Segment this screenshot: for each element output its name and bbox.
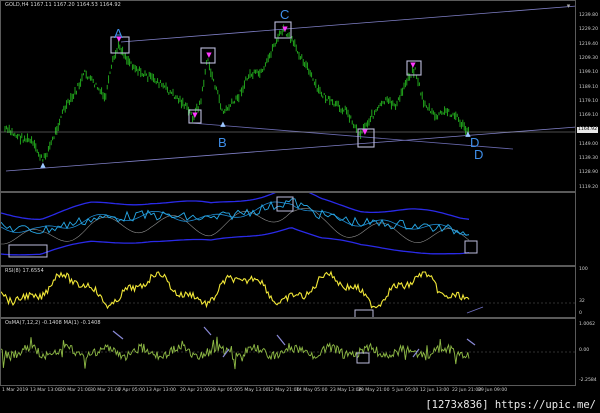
signal-arrow-icon: ▼ <box>206 51 212 59</box>
price-tick: 1209.30 <box>579 55 598 61</box>
price-tick: 1119.20 <box>579 184 598 190</box>
price-tick: 1179.10 <box>579 98 598 104</box>
price-tick: 1128.90 <box>579 170 598 176</box>
time-tick: 29 Jun 09:00 <box>478 388 508 393</box>
rsi-svg <box>1 270 575 317</box>
price-tick: 1139.30 <box>579 156 598 161</box>
trading-terminal-window: ▼ ▼ ▼ ▼ ▼ ▼ ▲ ▲ ▲ GOLD,H4 1167.11 1167.20 1164.5… <box>0 0 600 413</box>
chart-header: GOLD,H4 1167.11 1167.20 1164.53 1164.92 <box>5 2 121 8</box>
wave-label-b: B <box>218 135 227 150</box>
wave-label-a: A <box>114 26 123 41</box>
osma-tick-top: 1.0062 <box>579 322 596 327</box>
price-tick: 1229.20 <box>579 27 598 33</box>
rsi-scale[interactable]: 100 32 0 <box>576 266 600 318</box>
envelope-indicator-panel[interactable] <box>0 192 576 266</box>
osma-svg <box>1 326 575 370</box>
osma-scale[interactable]: 1.0062 0.00 -2.2584 <box>576 318 600 386</box>
signal-arrow-icon: ▲ <box>40 161 46 169</box>
envelope-lower-line <box>1 227 470 256</box>
osma-header: OsMA(7,12,2) -0.1408 MA(1) -0.1408 <box>5 320 101 326</box>
time-tick: 7 Apr 05:00 <box>118 388 146 393</box>
price-scale[interactable]: 1239.80 1229.20 1219.40 1209.30 1199.10 1189.… <box>576 0 600 192</box>
time-tick: 20 Apr 21:00 <box>180 388 210 393</box>
price-tick: 1169.10 <box>579 113 598 119</box>
time-tick: 12 May 21:00 <box>268 388 300 393</box>
signal-arrow-icon: ▼ <box>410 61 416 69</box>
signal-arrow-icon: ▼ <box>362 128 368 136</box>
upper-trendline <box>120 5 575 43</box>
time-tick: 29 May 21:00 <box>358 388 390 393</box>
rsi-tick-0: 0 <box>579 311 582 316</box>
signal-arrow-icon: ▲ <box>220 120 226 128</box>
osma-arrow-line <box>203 326 212 336</box>
time-tick: 13 Apr 13:00 <box>146 388 176 393</box>
rsi-tick-32: 32 <box>579 299 585 304</box>
signal-arrow-icon: ▼ <box>192 111 198 119</box>
osma-line <box>1 336 470 370</box>
osma-arrow-line <box>466 338 476 346</box>
price-tick: 1149.00 <box>579 141 598 147</box>
signal-arrow-icon: ▼ <box>282 25 288 33</box>
time-tick: 23 May 13:00 <box>330 388 362 393</box>
lower-trendline <box>5 126 575 172</box>
price-tick: 1189.10 <box>579 84 598 90</box>
rsi-header: RSI(8) 17.6554 <box>5 268 44 274</box>
wave-box <box>464 240 478 254</box>
price-chart-panel[interactable]: ▼ ▼ ▼ ▼ ▼ ▼ ▲ ▲ ▲ GOLD,H4 1167.11 1167.20 1164.5… <box>0 0 576 192</box>
price-tick: 1219.40 <box>579 41 598 47</box>
rsi-tick-100: 100 <box>579 267 588 272</box>
time-tick: 20 Mar 21:00 <box>60 388 91 393</box>
envelope-scale[interactable] <box>576 192 600 266</box>
time-tick: 14 May 05:00 <box>296 388 328 393</box>
wave-box <box>354 309 374 317</box>
price-chart-svg: ▼▼▼▼▼▼▲▲▲ <box>1 5 575 172</box>
envelope-mid-line <box>1 201 469 236</box>
osma-tick-bottom: -2.2584 <box>579 378 597 383</box>
osma-arrow-line <box>276 334 286 346</box>
osma-tick-zero: 0.00 <box>579 348 590 353</box>
wave-label-d-alternate: D <box>474 147 484 162</box>
image-footer: [1273x836] https://upic.me/ <box>0 398 600 413</box>
time-tick: 5 May 13:00 <box>240 388 269 393</box>
envelope-indicator-svg <box>1 193 478 258</box>
time-tick: 22 Jun 21:00 <box>452 388 482 393</box>
rsi-line <box>1 270 470 310</box>
time-tick: 5 Jun 05:00 <box>392 388 419 393</box>
osma-arrow-line <box>112 330 124 340</box>
time-tick: 12 Jun 13:00 <box>420 388 450 393</box>
current-price-label: 1164.92 <box>577 127 598 133</box>
osma-panel[interactable]: OsMA(7,12,2) -0.1408 MA(1) -0.1408 <box>0 318 576 386</box>
time-tick: 30 Mar 21:00 <box>90 388 121 393</box>
footer-text: [1273x836] https://upic.me/ <box>425 399 596 411</box>
time-tick: 13 Mar 13:00 <box>30 388 61 393</box>
time-tick: 1 Mar 2019 <box>2 388 29 393</box>
time-axis[interactable]: 1 Mar 2019 13 Mar 13:00 20 Mar 21:00 30 Mar… <box>0 386 576 398</box>
time-tick: 28 Apr 05:00 <box>210 388 240 393</box>
close-icon[interactable]: ▾ <box>564 2 573 10</box>
wave-label-c: C <box>280 7 290 22</box>
rsi-panel[interactable]: RSI(8) 17.6554 <box>0 266 576 318</box>
price-tick: 1199.10 <box>579 70 598 76</box>
price-tick: 1239.80 <box>579 13 598 18</box>
rsi-arrow-line <box>466 306 484 314</box>
